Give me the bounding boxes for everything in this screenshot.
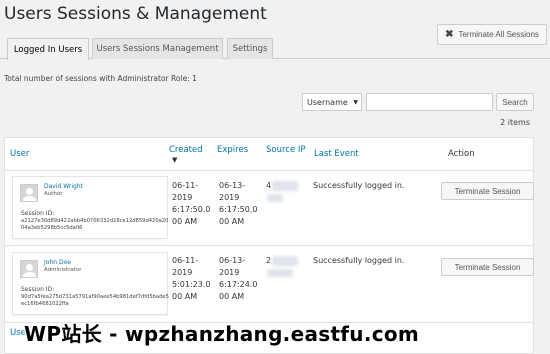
expires-year: 2019 — [219, 268, 240, 277]
column-header-source-ip[interactable]: Source IP — [266, 145, 306, 155]
created-time: 6:17:50.0 — [172, 205, 211, 214]
user-role: Author — [44, 191, 63, 197]
avatar — [20, 184, 38, 202]
tab-users-sessions-management[interactable]: Users Sessions Management — [92, 38, 223, 59]
watermark-text: WP站长 - wpzhanzhang.eastfu.com — [24, 322, 420, 346]
user-name-link[interactable]: John Doe — [44, 259, 71, 266]
expires-date: 06-13- — [219, 181, 246, 190]
tab-logged-in-users[interactable]: Logged In Users — [7, 38, 89, 60]
sort-down-icon: ▼ — [172, 156, 178, 164]
total-sessions-text: Total number of sessions with Administra… — [4, 74, 197, 83]
session-id-label: Session ID: — [21, 210, 55, 217]
session-id-value: 90d7a5fea275d731a5791af90aee54b981def7df… — [21, 294, 169, 307]
user-card: David Wright Author Session ID: a2127e30… — [12, 176, 168, 239]
created-year: 2019 — [172, 268, 193, 277]
source-ip: 2 — [266, 256, 272, 265]
column-header-expires[interactable]: Expires — [217, 145, 248, 155]
session-id-value: a2127e30d89d422abb4b0706332d28ce12d859d4… — [21, 218, 169, 231]
created-date: 06-11- — [172, 181, 199, 190]
terminate-session-button[interactable]: Terminate Session — [441, 258, 534, 276]
terminate-session-button[interactable]: Terminate Session — [441, 182, 534, 200]
expires-cell: 06-13- 2019 6:17:50.0 00 AM — [219, 180, 257, 228]
created-cell: 06-11- 2019 6:17:50.0 00 AM — [172, 180, 210, 228]
expires-date: 06-13- — [219, 256, 246, 265]
created-cell: 06-11- 2019 5:01:23.0 00 AM — [172, 255, 210, 303]
column-header-action: Action — [448, 149, 475, 159]
user-name-link[interactable]: David Wright — [44, 183, 83, 190]
expires-year: 2019 — [219, 193, 240, 202]
search-button[interactable]: Search — [496, 93, 534, 111]
search-input[interactable] — [366, 93, 493, 111]
created-date: 06-11- — [172, 256, 199, 265]
expires-time: 6:17:24.0 — [219, 280, 258, 289]
expires-ampm: 00 AM — [219, 217, 245, 226]
ip-redaction — [267, 194, 283, 202]
expires-ampm: 00 AM — [219, 292, 245, 301]
column-header-last-event[interactable]: Last Event — [314, 149, 359, 159]
last-event: Successfully logged in. — [313, 181, 405, 190]
user-card: John Doe Administrator Session ID: 90d7a… — [12, 252, 169, 315]
avatar — [20, 260, 38, 278]
ip-redaction — [272, 181, 298, 191]
created-time: 5:01:23.0 — [172, 280, 211, 289]
source-ip: 4 — [266, 181, 272, 190]
row-divider — [5, 245, 533, 246]
tab-bar: Logged In Users Users Sessions Managemen… — [0, 36, 550, 60]
session-id-label: Session ID: — [21, 286, 55, 293]
items-count: 2 items — [500, 118, 530, 127]
created-year: 2019 — [172, 193, 193, 202]
expires-cell: 06-13- 2019 6:17:24.0 00 AM — [219, 255, 257, 303]
tab-settings[interactable]: Settings — [227, 38, 273, 59]
search-field-select[interactable]: Username ▼ — [302, 93, 362, 111]
expires-time: 6:17:50.0 — [219, 205, 258, 214]
created-ampm: 00 AM — [172, 292, 198, 301]
column-header-created[interactable]: Created — [169, 145, 203, 155]
created-ampm: 00 AM — [172, 217, 198, 226]
ip-redaction — [267, 269, 293, 277]
user-role: Administrator — [44, 267, 82, 273]
page-title: Users Sessions & Management — [4, 4, 267, 24]
chevron-down-icon: ▼ — [353, 98, 358, 106]
header-divider — [5, 170, 533, 171]
ip-redaction — [272, 256, 298, 266]
last-event: Successfully logged in. — [313, 256, 405, 265]
search-field-select-value: Username — [307, 97, 348, 107]
column-header-user[interactable]: User — [10, 149, 29, 159]
